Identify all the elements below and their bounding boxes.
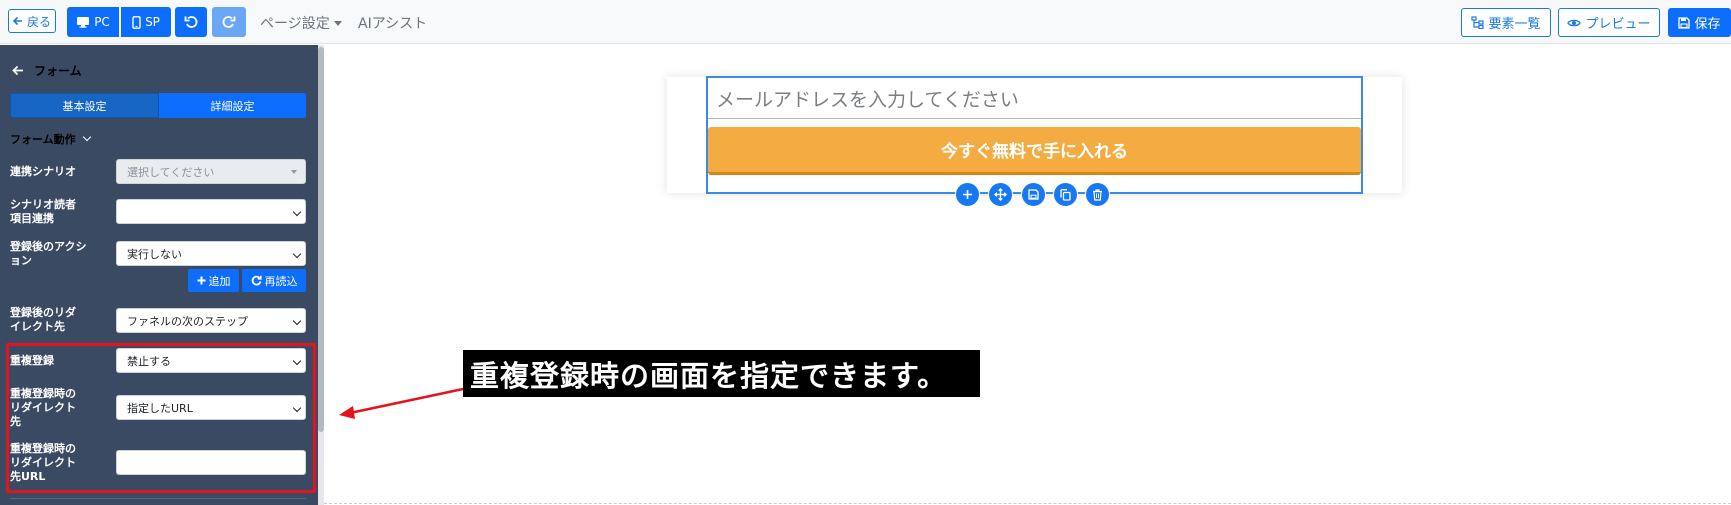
page-builder-screen: 戻る PC SP ページ設定 AIアシスト 要素一覧 プレビュー 保存 フォーム…: [0, 0, 1731, 505]
annotation-text: 重複登録時の画面を指定できます。: [470, 358, 948, 393]
annotation-arrow: [339, 387, 464, 419]
canvas-bottom-rule: [324, 503, 1731, 504]
annotation-callout: 重複登録時の画面を指定できます。: [463, 350, 980, 397]
